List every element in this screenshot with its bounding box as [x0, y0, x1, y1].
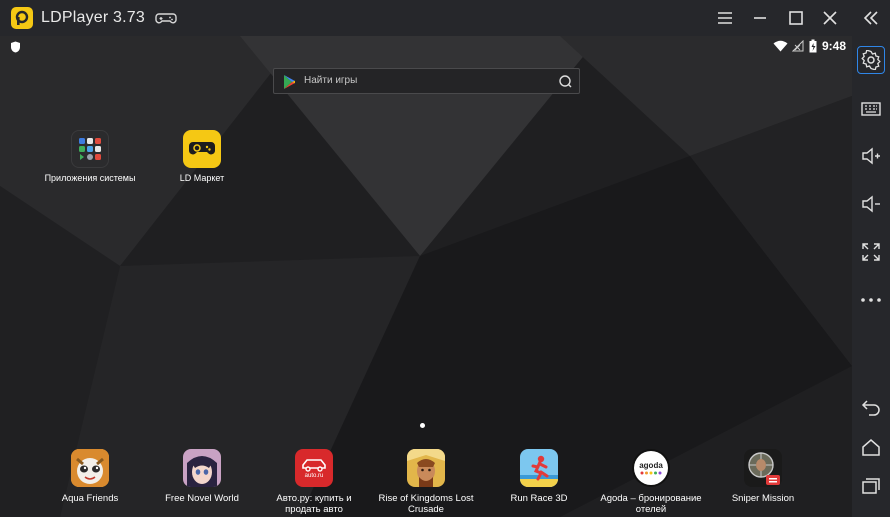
more-options-icon[interactable]: [857, 286, 885, 314]
dock-app-aqua-friends[interactable]: Aqua Friends: [34, 449, 146, 504]
dock-app-rise-of-kingdoms[interactable]: Rise of Kingdoms Lost Crusade: [370, 449, 482, 515]
volume-down-icon[interactable]: [857, 190, 885, 218]
run-race-icon: [520, 449, 558, 487]
android-screen[interactable]: 9:48 Найти игры Приложения системы LD Ма…: [0, 36, 852, 517]
desktop-app-label: Приложения системы: [44, 173, 136, 183]
collapse-chevrons-icon[interactable]: [857, 4, 885, 32]
play-store-search-bar[interactable]: Найти игры: [273, 68, 580, 94]
title-bar: LDPlayer 3.73: [0, 0, 890, 36]
emulator-toolbar: [852, 0, 890, 517]
dock-app-label: Авто.ру: купить и продать авто: [276, 493, 352, 515]
rise-of-kingdoms-icon: [407, 449, 445, 487]
desktop-app-label: LD Маркет: [179, 173, 225, 183]
ld-market-icon: [183, 130, 221, 168]
volume-up-icon[interactable]: [857, 142, 885, 170]
agoda-icon: agoda: [632, 449, 670, 487]
ldplayer-logo-icon: [11, 7, 33, 29]
auto-ru-icon: auto.ru: [295, 449, 333, 487]
settings-gear-icon[interactable]: [857, 46, 885, 74]
google-play-icon: [284, 75, 295, 89]
dock-app-auto-ru[interactable]: auto.ru Авто.ру: купить и продать авто: [258, 449, 370, 515]
agoda-icon-text: agoda: [639, 461, 663, 470]
auto-ru-icon-text: auto.ru: [304, 472, 324, 479]
back-icon[interactable]: [857, 393, 885, 421]
close-icon[interactable]: [818, 6, 842, 30]
aqua-friends-icon: [71, 449, 109, 487]
fullscreen-icon[interactable]: [857, 238, 885, 266]
dock-app-label: Free Novel World: [165, 493, 239, 504]
apps-folder-icon: [71, 130, 109, 168]
dock-app-sniper-mission[interactable]: Sniper Mission: [707, 449, 819, 504]
desktop-app-system-apps[interactable]: Приложения системы: [35, 130, 145, 184]
keyboard-icon[interactable]: [857, 95, 885, 123]
shield-icon: [11, 41, 20, 53]
free-novel-world-icon: [183, 449, 221, 487]
desktop-app-ld-market[interactable]: LD Маркет: [147, 130, 257, 184]
dock-app-agoda[interactable]: agoda Agoda – бронирование отелей: [595, 449, 707, 515]
search-placeholder: Найти игры: [304, 75, 358, 86]
dock-app-label: Run Race 3D: [510, 493, 568, 504]
home-icon[interactable]: [857, 433, 885, 461]
dock-app-label: Agoda – бронирование отелей: [600, 493, 702, 515]
sniper-mission-icon: [744, 449, 782, 487]
no-signal-icon: [792, 40, 804, 52]
app-title: LDPlayer 3.73: [41, 9, 145, 26]
dock-app-label: Rise of Kingdoms Lost Crusade: [378, 493, 474, 515]
dock-app-free-novel-world[interactable]: Free Novel World: [146, 449, 258, 504]
maximize-icon[interactable]: [784, 6, 808, 30]
dock-app-label: Sniper Mission: [731, 493, 795, 504]
wifi-icon: [773, 40, 788, 52]
dock-app-run-race-3d[interactable]: Run Race 3D: [483, 449, 595, 504]
search-icon[interactable]: [558, 74, 572, 88]
gamepad-icon[interactable]: [155, 10, 177, 26]
battery-charging-icon: [809, 39, 817, 53]
status-time: 9:48: [821, 39, 846, 53]
wallpaper: [0, 36, 852, 517]
dock-app-label: Aqua Friends: [61, 493, 119, 504]
android-status-bar: 9:48: [0, 36, 852, 56]
recent-apps-icon[interactable]: [857, 472, 885, 500]
menu-icon[interactable]: [713, 6, 737, 30]
page-indicator-dot: [420, 423, 425, 428]
minimize-icon[interactable]: [748, 6, 772, 30]
